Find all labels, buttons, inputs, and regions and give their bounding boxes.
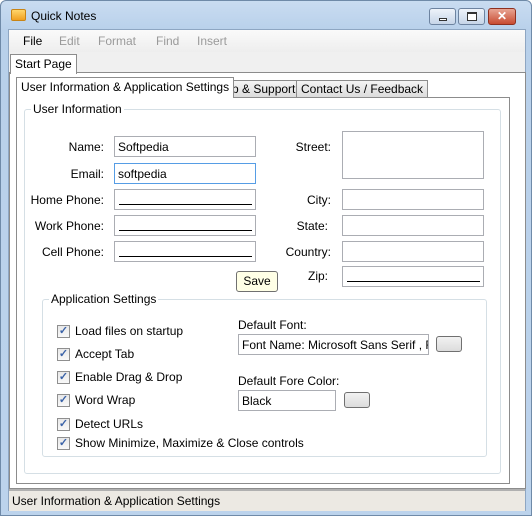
tab-contact-feedback[interactable]: Contact Us / Feedback [296, 80, 429, 97]
choose-font-button[interactable] [436, 336, 462, 352]
choose-color-button[interactable] [344, 392, 370, 408]
street-label: Street: [295, 140, 331, 154]
tab-user-info[interactable]: User Information & Application Settings [16, 77, 235, 98]
window-title: Quick Notes [31, 9, 97, 23]
email-input[interactable]: softpedia [114, 163, 256, 184]
checkbox-label: Show Minimize, Maximize & Close controls [75, 436, 304, 450]
checkbox-icon[interactable]: ✓ [57, 348, 70, 361]
name-label: Name: [68, 140, 104, 154]
checkbox-icon[interactable]: ✓ [57, 418, 70, 431]
window: Quick Notes ✕ File Edit Format Find Inse… [0, 0, 532, 516]
checkbox-label: Enable Drag & Drop [75, 370, 183, 384]
home-phone-input[interactable] [114, 189, 256, 210]
cell-phone-input[interactable] [114, 241, 256, 262]
work-phone-label: Work Phone: [34, 219, 104, 233]
default-font-input[interactable]: Font Name: Microsoft Sans Serif , Font [238, 334, 429, 355]
email-label: Email: [70, 167, 104, 181]
country-input[interactable] [342, 241, 484, 262]
cell-phone-label: Cell Phone: [41, 245, 104, 259]
main-tabstrip: Start Page [9, 52, 525, 74]
save-button[interactable]: Save [236, 271, 278, 292]
checkbox-label: Word Wrap [75, 393, 136, 407]
status-bar: User Information & Application Settings [9, 489, 525, 511]
city-label: City: [307, 193, 331, 207]
user-info-legend: User Information [33, 102, 122, 116]
checkbox-icon[interactable]: ✓ [57, 394, 70, 407]
folder-icon [11, 9, 26, 21]
country-label: Country: [285, 245, 331, 259]
checkbox-label: Accept Tab [75, 347, 135, 361]
name-input[interactable]: Softpedia [114, 136, 256, 157]
minimize-button[interactable] [429, 8, 456, 25]
state-input[interactable] [342, 215, 484, 236]
menu-find[interactable]: Find [156, 34, 179, 48]
work-phone-input[interactable] [114, 215, 256, 236]
city-input[interactable] [342, 189, 484, 210]
menu-edit[interactable]: Edit [59, 34, 80, 48]
checkbox-label: Load files on startup [75, 324, 184, 338]
checkbox-icon[interactable]: ✓ [57, 325, 70, 338]
checkbox-label: Detect URLs [75, 417, 144, 431]
app-settings-legend: Application Settings [51, 292, 157, 306]
checkbox-icon[interactable]: ✓ [57, 437, 70, 450]
zip-label: Zip: [307, 269, 328, 283]
close-button[interactable]: ✕ [488, 8, 516, 25]
zip-input[interactable] [342, 266, 484, 287]
default-font-label: Default Font: [238, 318, 307, 332]
checkbox-icon[interactable]: ✓ [57, 371, 70, 384]
street-input[interactable] [342, 131, 484, 179]
default-fore-color-input[interactable]: Black [238, 390, 336, 411]
state-label: State: [296, 219, 328, 233]
default-fore-color-label: Default Fore Color: [238, 374, 340, 388]
maximize-button[interactable] [458, 8, 485, 25]
menu-file[interactable]: File [23, 34, 42, 48]
menu-insert[interactable]: Insert [197, 34, 227, 48]
tab-start-page[interactable]: Start Page [10, 54, 77, 74]
home-phone-label: Home Phone: [30, 193, 104, 207]
menu-format[interactable]: Format [98, 34, 136, 48]
menu-bar: File Edit Format Find Insert [9, 30, 525, 52]
